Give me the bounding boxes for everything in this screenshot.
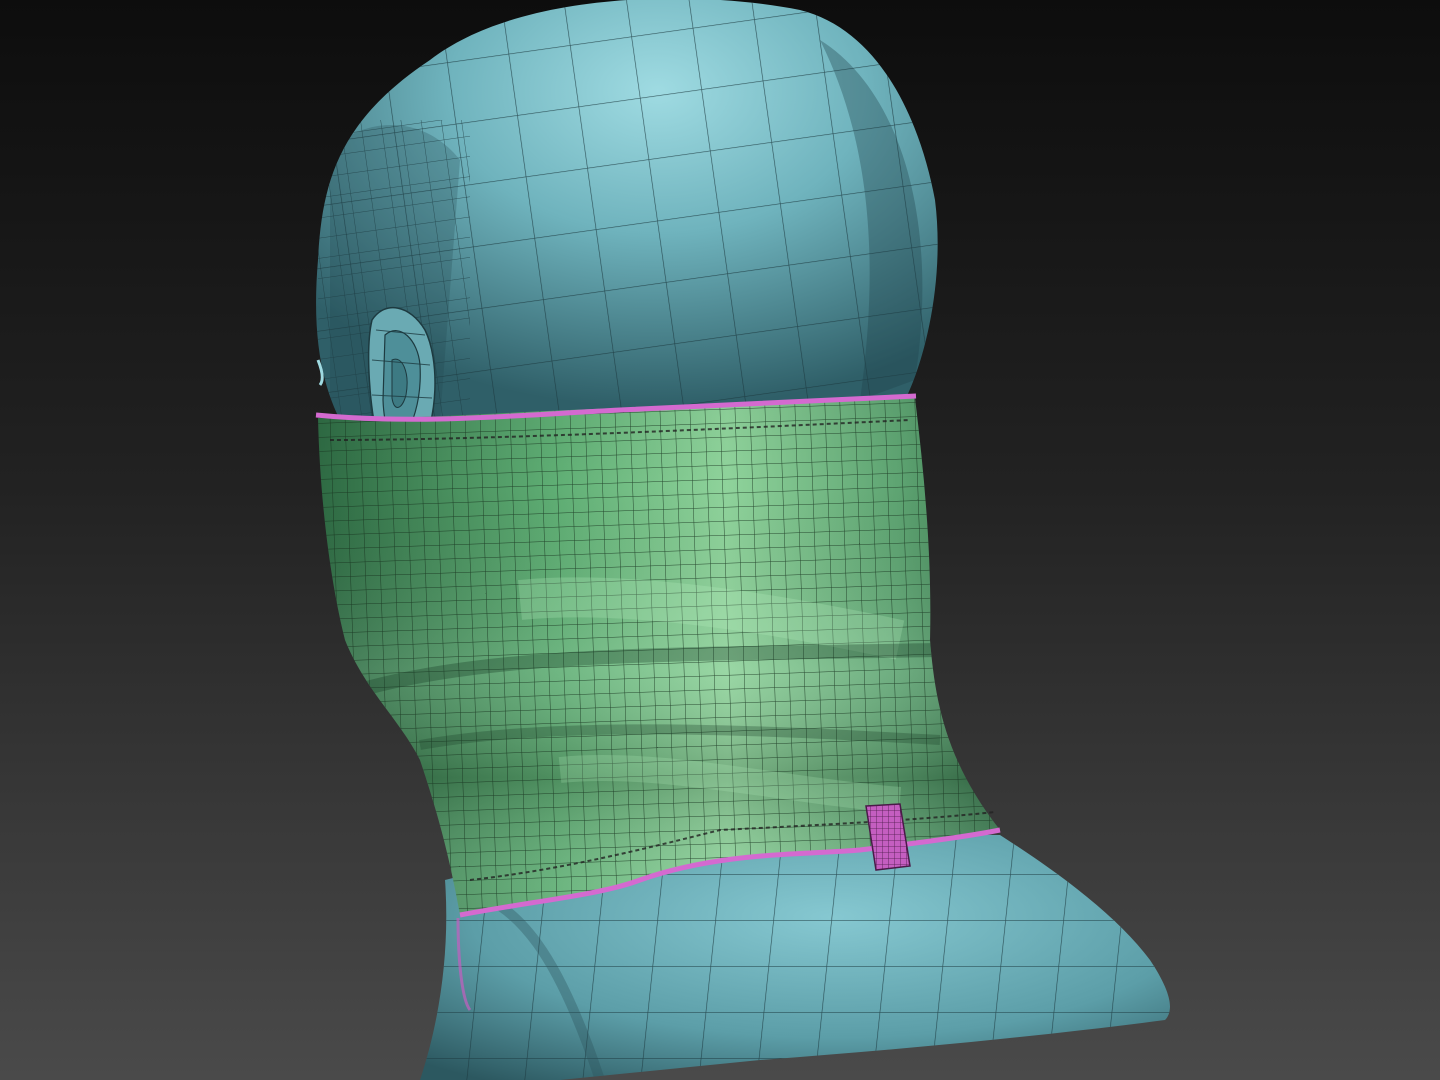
3d-viewport[interactable] [0, 0, 1440, 1080]
sculpt-render [0, 0, 1440, 1080]
